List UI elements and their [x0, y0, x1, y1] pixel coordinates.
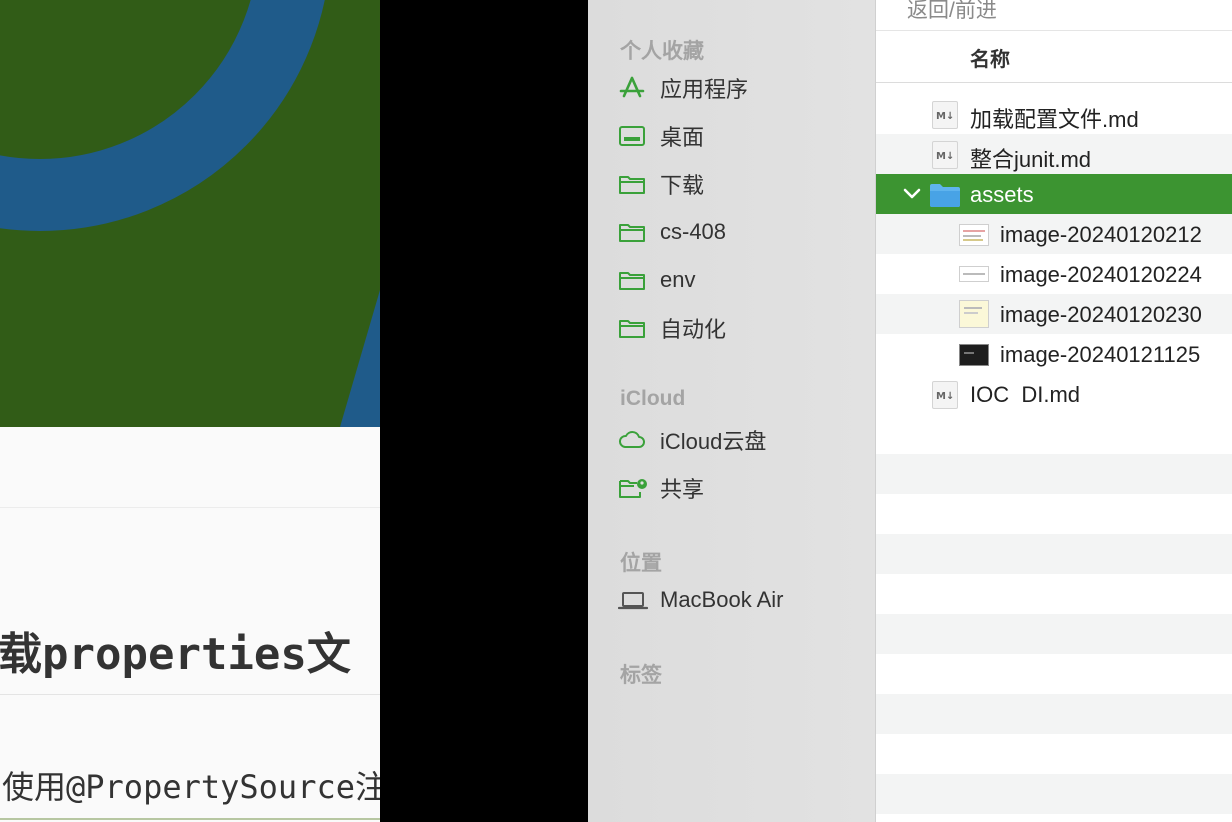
locations-section-title: 位置: [620, 552, 662, 575]
folder-icon: [618, 316, 648, 340]
document-paragraph: 使用@PropertySource注: [2, 768, 380, 806]
file-name: image-20240120224: [1000, 262, 1202, 287]
folder-icon: [618, 220, 648, 244]
chevron-down-icon[interactable]: [902, 185, 922, 208]
desktop-icon: [618, 124, 648, 148]
folder-row-selected[interactable]: assets: [876, 174, 1232, 214]
sidebar-item-label: env: [660, 267, 696, 292]
sidebar-item-label: MacBook Air: [660, 587, 784, 612]
file-name: 整合junit.md: [970, 147, 1092, 172]
ring-graphic: [0, 0, 380, 427]
sidebar-item-label: 应用程序: [660, 77, 749, 102]
tags-section-title: 标签: [620, 664, 662, 687]
favorites-section-title: 个人收藏: [620, 40, 704, 63]
column-header-name[interactable]: 名称: [970, 43, 1010, 72]
sidebar-item-icloud-drive[interactable]: iCloud云盘: [618, 420, 868, 460]
icloud-section-title: iCloud: [620, 387, 686, 410]
finder-sidebar: 个人收藏 应用程序 桌面 下载 cs-408 env 自动化 iCloud iC…: [588, 0, 876, 822]
image-file-icon: [959, 224, 989, 246]
empty-row: [876, 454, 1232, 494]
file-name: image-20240120230: [1000, 302, 1202, 327]
sidebar-item-label: iCloud云盘: [660, 429, 767, 454]
file-row[interactable]: 加载配置文件.md: [876, 94, 1232, 134]
document-spacer: [0, 427, 380, 507]
file-row[interactable]: image-20240120230: [876, 294, 1232, 334]
sidebar-item-shared[interactable]: 共享: [618, 468, 868, 508]
sidebar-item-downloads[interactable]: 下载: [618, 164, 868, 204]
file-name: IOC DI.md: [970, 382, 1081, 407]
sidebar-item-label: 共享: [660, 477, 705, 502]
document-divider: [0, 507, 380, 508]
folder-icon: [618, 172, 648, 196]
back-forward-label[interactable]: 返回/前进: [907, 0, 997, 24]
laptop-icon: [618, 588, 648, 612]
sidebar-item-label: 桌面: [660, 125, 705, 150]
file-row[interactable]: IOC DI.md: [876, 374, 1232, 414]
file-row[interactable]: image-20240120224: [876, 254, 1232, 294]
empty-row: [876, 774, 1232, 814]
shared-folder-icon: [618, 476, 648, 500]
empty-row: [876, 614, 1232, 654]
markdown-file-icon: [932, 381, 958, 409]
sidebar-item-macbook-air[interactable]: MacBook Air: [618, 580, 868, 620]
markdown-file-icon: [932, 101, 958, 129]
heading-underline: [0, 694, 380, 695]
image-file-icon: [959, 266, 989, 282]
file-name: 加载配置文件.md: [970, 107, 1139, 132]
cloud-icon: [618, 428, 648, 452]
sidebar-item-env[interactable]: env: [618, 260, 868, 300]
empty-row: [876, 694, 1232, 734]
background-document-window: 载properties文 使用@PropertySource注: [0, 0, 380, 822]
sidebar-item-cs-408[interactable]: cs-408: [618, 212, 868, 252]
folder-name: assets: [970, 182, 1034, 207]
file-row[interactable]: 整合junit.md: [876, 134, 1232, 174]
sidebar-item-automation[interactable]: 自动化: [618, 308, 868, 348]
sidebar-item-label: cs-408: [660, 219, 727, 244]
finder-file-list: 返回/前进 名称 加载配置文件.md 整合junit.md assets ima…: [876, 0, 1232, 822]
sidebar-item-label: 自动化: [660, 317, 727, 342]
document-image: [0, 0, 380, 427]
folder-icon: [929, 182, 961, 213]
markdown-file-icon: [932, 141, 958, 169]
list-column-header: 名称: [876, 30, 1232, 83]
file-row[interactable]: image-20240120212: [876, 214, 1232, 254]
desktop-gap: [380, 0, 588, 822]
document-bottom-border: [0, 818, 380, 820]
sidebar-item-applications[interactable]: 应用程序: [618, 68, 868, 108]
applications-icon: [618, 76, 648, 100]
sidebar-item-label: 下载: [660, 173, 705, 198]
folder-icon: [618, 268, 648, 292]
file-name: image-20240120212: [1000, 222, 1202, 247]
file-name: image-20240121125: [1000, 342, 1201, 367]
image-file-icon: [959, 344, 989, 366]
sidebar-item-desktop[interactable]: 桌面: [618, 116, 868, 156]
empty-row: [876, 534, 1232, 574]
document-heading: 载properties文: [0, 629, 351, 680]
image-file-icon: [959, 300, 989, 328]
file-row[interactable]: image-20240121125: [876, 334, 1232, 374]
